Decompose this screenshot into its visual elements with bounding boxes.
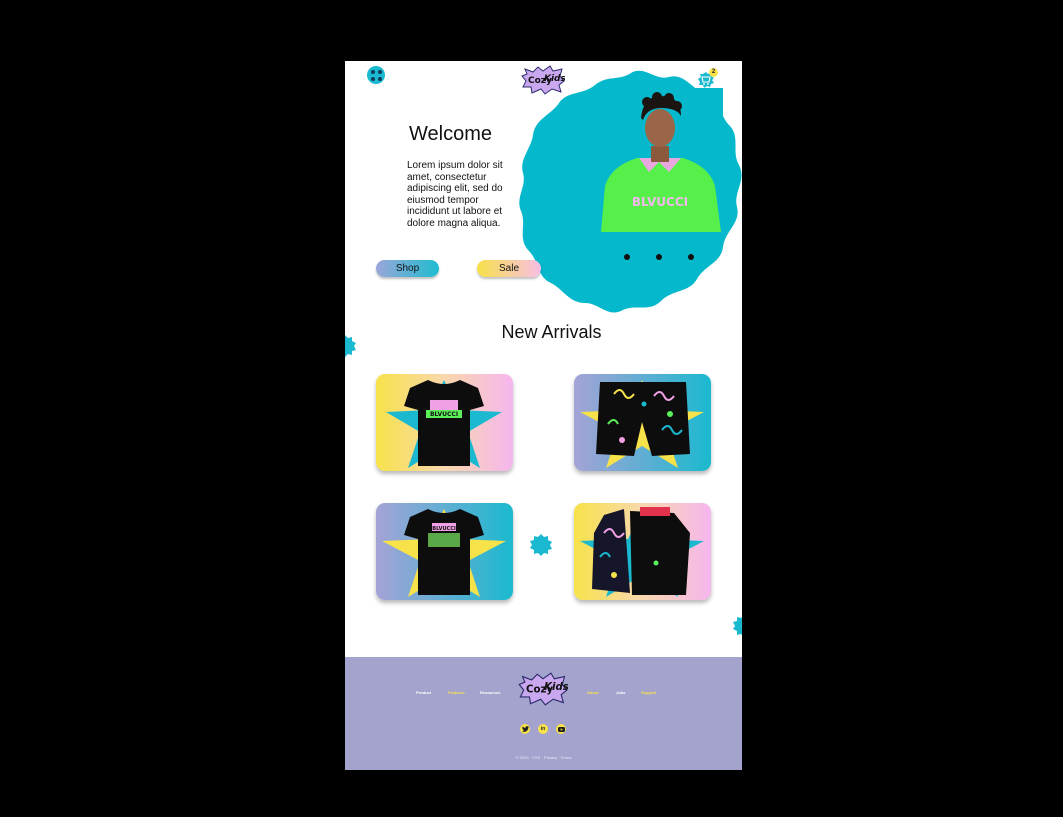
footer: Product Features Resources Cozy Kids Abo… (345, 657, 742, 770)
footer-link-jobs[interactable]: Jobs (616, 690, 625, 695)
product-1-print: BLVUCCI (430, 411, 458, 418)
footer-link-about-label: About (587, 690, 599, 695)
product-card-1[interactable]: BLVUCCI (376, 374, 513, 471)
linkedin-icon[interactable]: in (538, 724, 548, 734)
product-image-tshirt-2: BLVUCCI (376, 503, 513, 600)
shop-button[interactable]: Shop (376, 260, 439, 277)
carousel-dot-3[interactable] (688, 254, 694, 260)
sale-button[interactable]: Sale (477, 260, 541, 277)
product-image-shorts (574, 374, 711, 471)
footer-link-features-label: Features (448, 690, 465, 695)
hero-shirt-print: BLVUCCI (632, 195, 688, 209)
menu-grid-icon[interactable] (367, 66, 385, 84)
product-card-4[interactable] (574, 503, 711, 600)
footer-logo-text-kids: Kids (544, 682, 568, 693)
footer-link-support[interactable]: Support (641, 690, 656, 695)
hero-title: Welcome (409, 123, 492, 145)
footer-link-about[interactable]: About (587, 690, 599, 695)
youtube-icon[interactable] (556, 724, 566, 734)
copyright-text: © 2019 · CSS · Privacy · Terms (515, 755, 572, 760)
twitter-icon[interactable] (520, 724, 530, 734)
page: Cozy Kids 2 BLVUCCI Welcome Lorem ipsum … (345, 61, 742, 770)
product-image-tshirt-1: BLVUCCI (376, 374, 513, 471)
carousel-dot-2[interactable] (656, 254, 662, 260)
product-card-3[interactable]: BLVUCCI (376, 503, 513, 600)
hero-body-text: Lorem ipsum dolor sit amet, consectetur … (407, 160, 503, 229)
carousel-dot-1[interactable] (624, 254, 630, 260)
footer-link-jobs-label: Jobs (616, 690, 626, 695)
product-image-jacket (574, 503, 711, 600)
footer-link-resources-label: Resources (480, 690, 501, 695)
decorative-blob-right (733, 617, 742, 635)
footer-link-product[interactable]: Product (416, 690, 431, 695)
footer-link-support-label: Support (641, 690, 657, 695)
product-3-print: BLVUCCI (432, 526, 456, 532)
footer-link-product-label: Product (416, 690, 432, 695)
footer-cozy-kids-logo[interactable]: Cozy Kids (518, 672, 568, 706)
footer-link-resources[interactable]: Resources (480, 690, 500, 695)
decorative-blob-middle (530, 534, 552, 556)
product-card-2[interactable] (574, 374, 711, 471)
hero-model-photo: BLVUCCI (597, 88, 723, 232)
footer-link-features[interactable]: Features (448, 690, 465, 695)
new-arrivals-title: New Arrivals (501, 322, 602, 342)
